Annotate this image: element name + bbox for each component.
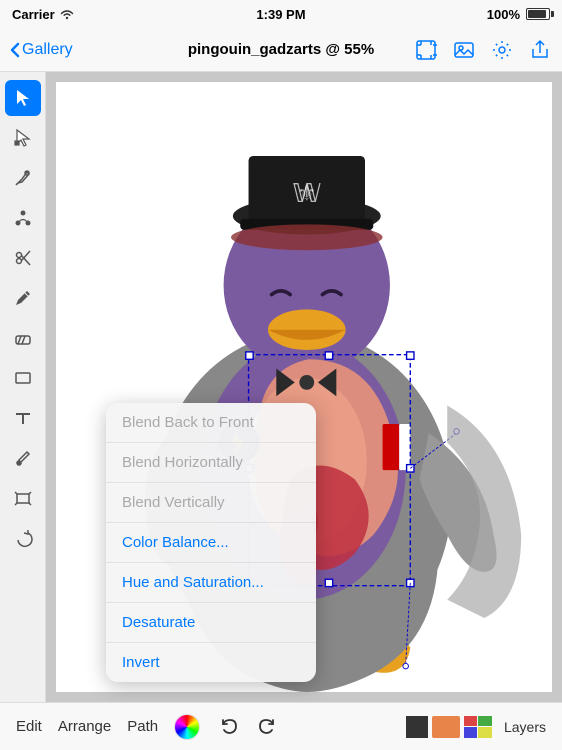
svg-text:⚜: ⚜ [297, 180, 317, 205]
carrier-label: Carrier [12, 7, 55, 22]
arrange-button[interactable]: Arrange [58, 718, 111, 735]
settings-icon[interactable] [490, 38, 514, 62]
undo-button[interactable] [216, 713, 244, 741]
eraser-tool[interactable] [5, 320, 41, 356]
transform-tool[interactable] [5, 480, 41, 516]
share-icon[interactable] [528, 38, 552, 62]
top-bar-right [414, 38, 552, 62]
status-right: 100% [487, 7, 550, 22]
fill-orange-button[interactable] [432, 716, 460, 738]
path-button[interactable]: Path [127, 718, 158, 735]
menu-item-invert[interactable]: Invert [106, 643, 316, 682]
scissors-tool[interactable] [5, 240, 41, 276]
rotate-tool[interactable] [5, 520, 41, 556]
pen-tool[interactable] [5, 160, 41, 196]
document-title: pingouin_gadzarts @ 55% [188, 41, 374, 58]
gallery-button[interactable]: Gallery [10, 41, 73, 59]
menu-item-blend-front[interactable]: Blend Back to Front [106, 403, 316, 443]
select-tool[interactable] [5, 80, 41, 116]
bottom-left: Edit Arrange Path [16, 713, 280, 741]
bottom-right-tools: Layers [406, 716, 546, 738]
top-bar-left: Gallery [10, 41, 73, 59]
node-tool[interactable] [5, 200, 41, 236]
menu-item-blend-vertical[interactable]: Blend Vertically [106, 483, 316, 523]
undo-redo-group [216, 713, 280, 741]
wifi-icon [59, 8, 75, 20]
pencil-tool[interactable] [5, 280, 41, 316]
frame-icon[interactable] [414, 38, 438, 62]
top-bar: Gallery pingouin_gadzarts @ 55% [0, 28, 562, 72]
color-picker-button[interactable] [174, 714, 200, 740]
context-menu: Blend Back to Front Blend Horizontally B… [106, 403, 316, 682]
chevron-left-icon [10, 42, 20, 58]
main-area: 𝕎 [0, 72, 562, 702]
eyedropper-tool[interactable] [5, 440, 41, 476]
status-left: Carrier [12, 7, 75, 22]
menu-item-color-balance[interactable]: Color Balance... [106, 523, 316, 563]
redo-button[interactable] [252, 713, 280, 741]
status-bar: Carrier 1:39 PM 100% [0, 0, 562, 28]
rectangle-tool[interactable] [5, 360, 41, 396]
battery-percent: 100% [487, 7, 520, 22]
status-time: 1:39 PM [256, 7, 305, 22]
menu-item-hue-saturation[interactable]: Hue and Saturation... [106, 563, 316, 603]
gallery-label: Gallery [22, 41, 73, 59]
edit-button[interactable]: Edit [16, 718, 42, 735]
left-toolbar [0, 72, 46, 702]
battery-icon [526, 8, 550, 20]
layers-button[interactable]: Layers [504, 719, 546, 735]
fill-black-button[interactable] [406, 716, 428, 738]
menu-item-blend-horizontal[interactable]: Blend Horizontally [106, 443, 316, 483]
image-icon[interactable] [452, 38, 476, 62]
canvas-area[interactable]: 𝕎 [46, 72, 562, 702]
text-tool[interactable] [5, 400, 41, 436]
menu-item-desaturate[interactable]: Desaturate [106, 603, 316, 643]
layers-mosaic-button[interactable] [464, 716, 492, 738]
bottom-bar: Edit Arrange Path [0, 702, 562, 750]
direct-select-tool[interactable] [5, 120, 41, 156]
